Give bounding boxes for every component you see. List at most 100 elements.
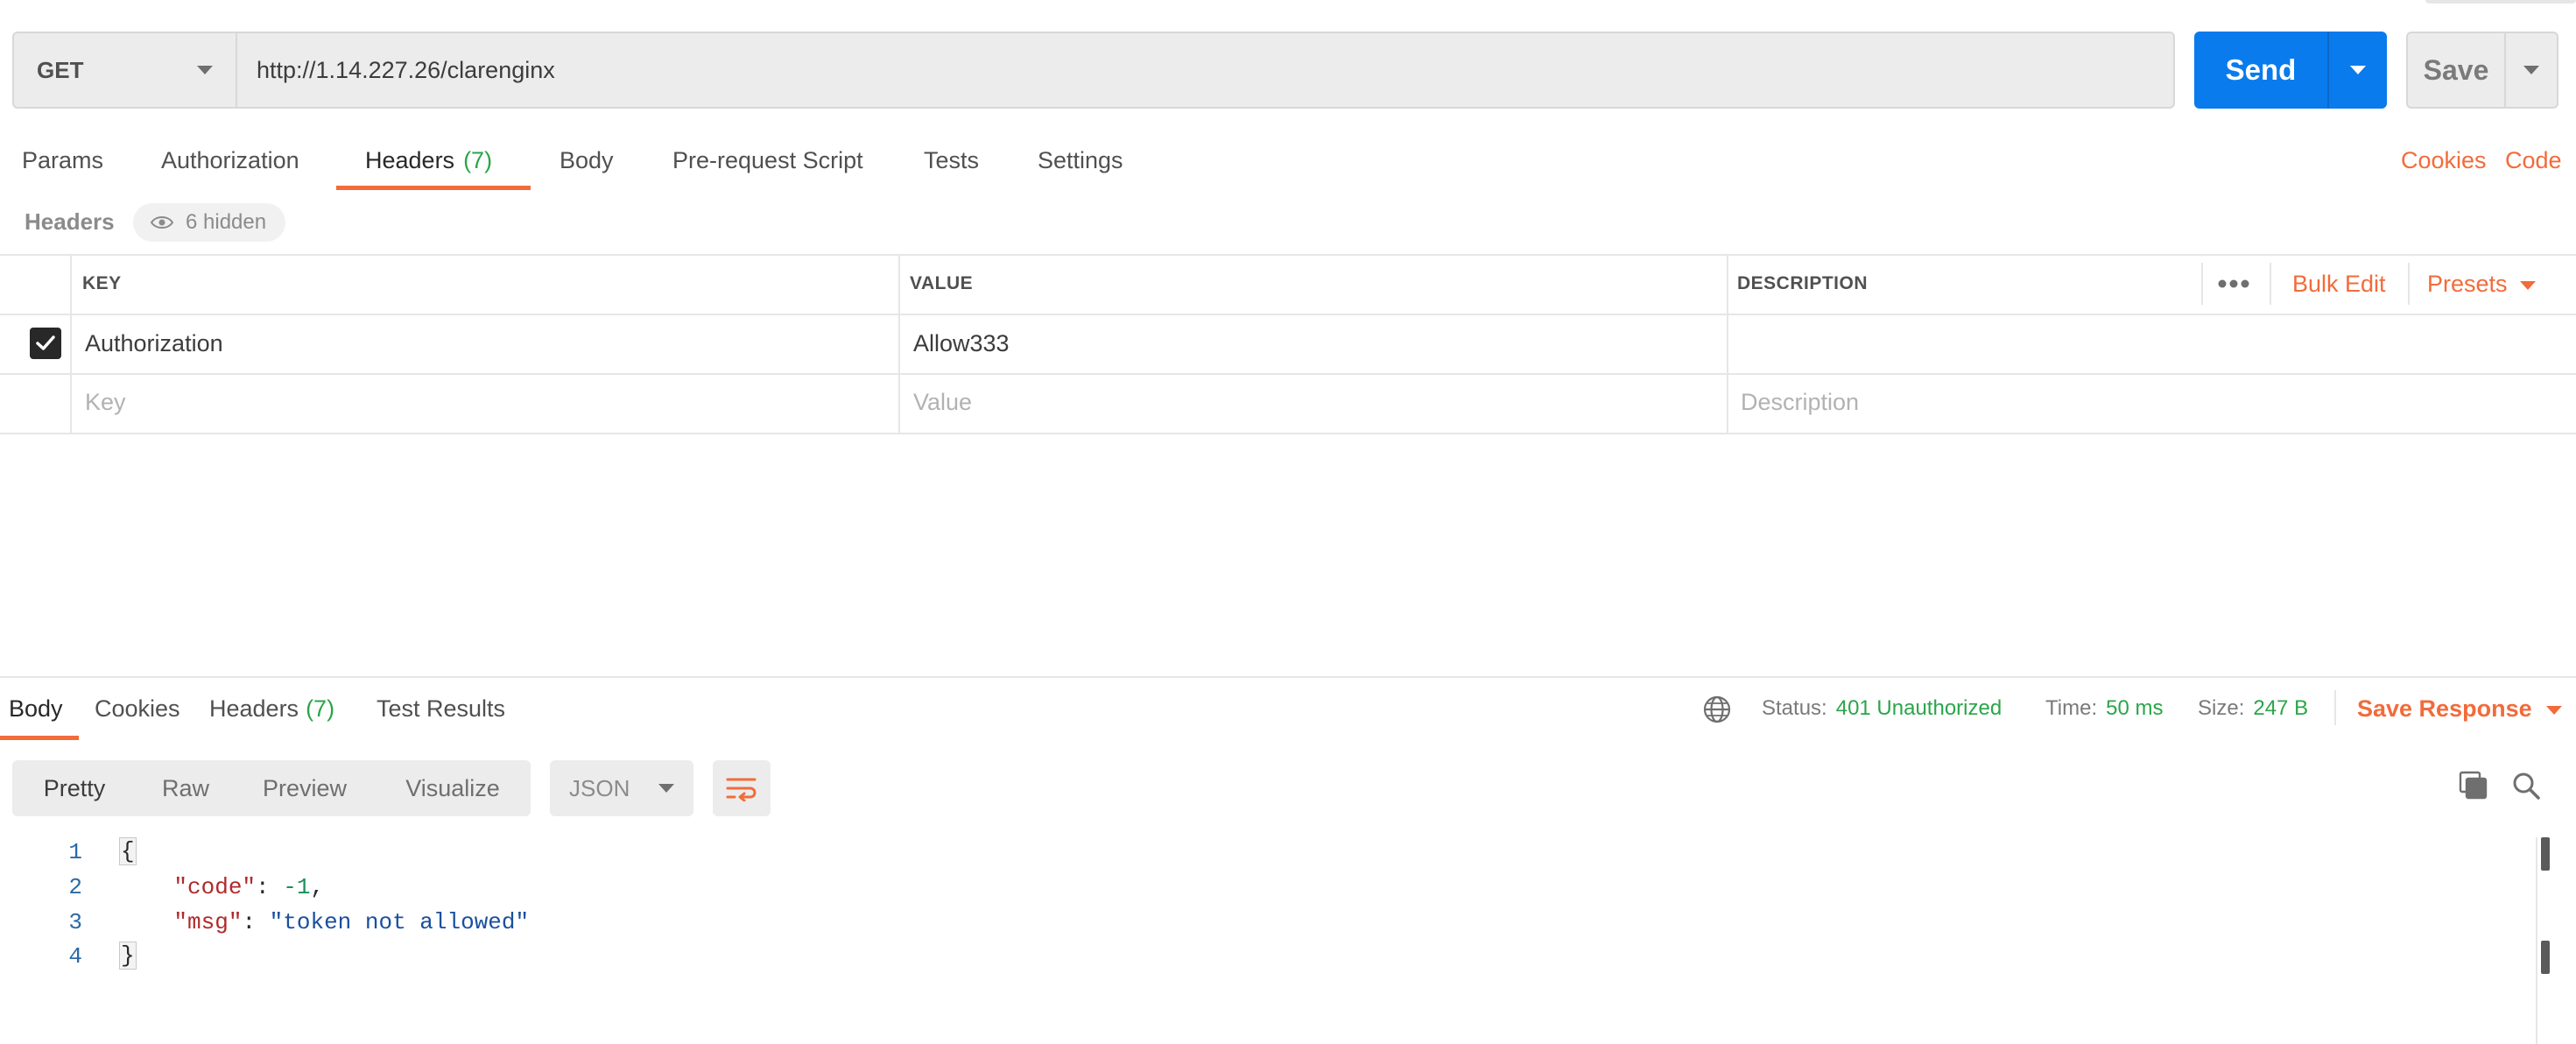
format-label: JSON [569, 774, 630, 801]
table-col-divider [70, 254, 72, 433]
tab-params[interactable]: Params [22, 147, 103, 174]
scroll-marker[interactable] [2541, 941, 2550, 974]
code-line[interactable]: "code": -1, [119, 874, 324, 900]
chevron-down-icon [2519, 280, 2536, 290]
url-text: http://1.14.227.26/clarenginx [257, 56, 555, 83]
header-value-cell[interactable]: Allow333 [913, 330, 1010, 357]
status-label: Status: [1762, 696, 1827, 720]
save-response-dropdown[interactable]: Save Response [2357, 695, 2562, 723]
view-mode-toggle: Pretty Raw Preview Visualize [12, 760, 531, 816]
code-line[interactable]: } [119, 942, 137, 970]
eye-icon [151, 216, 173, 229]
json-key: "code" [173, 874, 257, 900]
table-action-divider [2408, 263, 2410, 305]
response-tab-headers-label: Headers [209, 695, 299, 722]
header-row-checkbox[interactable] [30, 328, 61, 359]
line-number: 1 [68, 839, 82, 865]
close-brace: } [119, 942, 137, 970]
tab-tests[interactable]: Tests [924, 147, 979, 174]
status-value: 401 Unauthorized [1835, 696, 2002, 720]
active-tab-indicator [336, 186, 531, 190]
method-select[interactable]: GET [12, 32, 236, 109]
save-response-label: Save Response [2357, 695, 2532, 722]
column-header-value: VALUE [910, 273, 974, 293]
headers-section-label: Headers [25, 208, 115, 235]
chevron-down-icon [2350, 66, 2366, 74]
method-label: GET [37, 56, 84, 83]
tab-body[interactable]: Body [560, 147, 614, 174]
save-label[interactable]: Save [2408, 33, 2504, 107]
new-description-input[interactable]: Description [1741, 389, 1859, 416]
search-icon[interactable] [2511, 771, 2541, 801]
table-top-border [0, 254, 2576, 256]
view-mode-preview[interactable]: Preview [235, 760, 375, 816]
open-brace: { [119, 837, 137, 865]
line-number: 2 [68, 874, 82, 900]
tab-headers[interactable]: Headers (7) [365, 147, 492, 174]
view-mode-raw[interactable]: Raw [137, 760, 235, 816]
response-tab-body[interactable]: Body [9, 695, 63, 723]
code-link[interactable]: Code [2505, 147, 2562, 174]
hidden-headers-toggle[interactable]: 6 hidden [133, 203, 286, 242]
response-tab-test-results[interactable]: Test Results [377, 695, 505, 723]
chevron-down-icon [2523, 66, 2539, 74]
new-key-input[interactable]: Key [85, 389, 126, 416]
tab-authorization[interactable]: Authorization [161, 147, 299, 174]
presets-dropdown[interactable]: Presets [2427, 271, 2536, 298]
status-divider [2334, 690, 2336, 725]
format-select[interactable]: JSON [550, 760, 693, 816]
globe-icon[interactable] [1702, 695, 1732, 724]
tab-settings[interactable]: Settings [1038, 147, 1123, 174]
response-tab-headers[interactable]: Headers (7) [209, 695, 334, 723]
editor-scroll-track[interactable] [2536, 837, 2537, 1044]
send-button[interactable]: Send [2194, 32, 2387, 109]
response-tab-headers-count: (7) [306, 695, 335, 722]
scroll-marker[interactable] [2541, 837, 2550, 871]
table-row-border [0, 373, 2576, 375]
cookies-link[interactable]: Cookies [2401, 147, 2487, 174]
send-label[interactable]: Send [2194, 32, 2327, 109]
view-mode-visualize[interactable]: Visualize [375, 760, 531, 816]
line-number: 3 [68, 909, 82, 935]
json-key: "msg" [173, 909, 243, 935]
column-header-key: KEY [82, 273, 122, 293]
tab-prerequest-script[interactable]: Pre-request Script [672, 147, 863, 174]
tab-headers-label: Headers [365, 147, 455, 173]
save-options-dropdown[interactable] [2506, 33, 2557, 107]
column-header-description: DESCRIPTION [1737, 273, 1869, 293]
more-horizontal-icon[interactable] [2217, 279, 2250, 289]
chevron-down-icon [658, 784, 674, 793]
table-col-divider [1727, 254, 1728, 433]
active-response-tab-indicator [0, 736, 79, 740]
url-input[interactable]: http://1.14.227.26/clarenginx [236, 32, 2175, 109]
chevron-down-icon [2545, 705, 2562, 715]
response-divider[interactable] [0, 676, 2576, 678]
json-number-value: -1 [283, 874, 311, 900]
send-options-dropdown[interactable] [2329, 32, 2387, 109]
response-time[interactable]: Time: 50 ms [2045, 696, 2163, 721]
response-status[interactable]: Status: 401 Unauthorized [1762, 696, 2002, 721]
checkbox-checked-icon [36, 335, 55, 350]
size-value: 247 B [2253, 696, 2309, 720]
table-action-divider [2201, 263, 2203, 305]
copy-icon[interactable] [2459, 771, 2488, 801]
view-mode-pretty[interactable]: Pretty [12, 760, 137, 816]
save-button[interactable]: Save [2406, 32, 2558, 109]
table-bottom-border [0, 433, 2576, 434]
line-number: 4 [68, 943, 82, 970]
new-value-input[interactable]: Value [913, 389, 972, 416]
wrap-lines-button[interactable] [713, 760, 771, 816]
code-line[interactable]: "msg": "token not allowed" [119, 909, 529, 935]
header-key-cell[interactable]: Authorization [85, 330, 223, 357]
time-value: 50 ms [2106, 696, 2164, 720]
table-header-border [0, 314, 2576, 315]
response-size[interactable]: Size: 247 B [2198, 696, 2308, 721]
bulk-edit-link[interactable]: Bulk Edit [2292, 271, 2386, 298]
tab-headers-count: (7) [463, 147, 493, 173]
code-line[interactable]: { [119, 837, 137, 865]
presets-label: Presets [2427, 271, 2508, 297]
time-label: Time: [2045, 696, 2098, 720]
response-tab-cookies[interactable]: Cookies [95, 695, 180, 723]
wrap-lines-icon [726, 778, 757, 801]
json-string-value: "token not allowed" [269, 909, 530, 935]
